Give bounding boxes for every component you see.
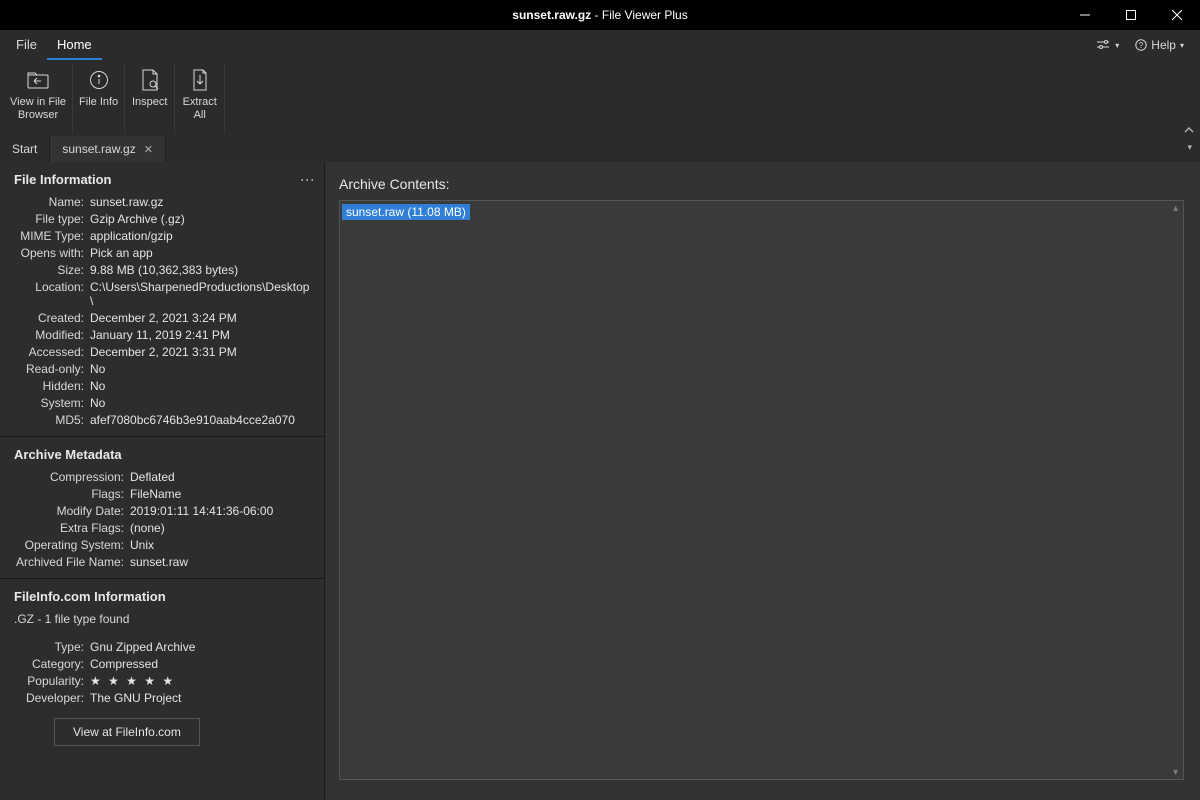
archive-list[interactable]: sunset.raw (11.08 MB) ▲ ▼: [339, 200, 1184, 780]
chevron-down-icon: ▾: [1180, 41, 1184, 50]
fileinfo-com-section: FileInfo.com Information .GZ - 1 file ty…: [0, 579, 324, 758]
tab-start[interactable]: Start: [0, 136, 50, 162]
created-value: December 2, 2021 3:24 PM: [90, 311, 237, 325]
file-information-title: File Information: [14, 172, 112, 187]
fileinfo-com-subtitle: .GZ - 1 file type found: [0, 610, 324, 628]
file-type-value: Gzip Archive (.gz): [90, 212, 185, 226]
size-value: 9.88 MB (10,362,383 bytes): [90, 263, 238, 277]
tab-close-icon[interactable]: ✕: [144, 143, 153, 156]
maximize-icon: [1126, 10, 1136, 20]
help-button[interactable]: ? Help ▾: [1135, 38, 1184, 52]
hidden-value: No: [90, 379, 105, 393]
sliders-icon: [1097, 40, 1111, 50]
extract-all-button[interactable]: Extract All: [175, 64, 225, 134]
archive-metadata-section: Archive Metadata Compression:Deflated Fl…: [0, 437, 324, 579]
close-icon: [1172, 10, 1182, 20]
accessed-value: December 2, 2021 3:31 PM: [90, 345, 237, 359]
archived-name-value: sunset.raw: [130, 555, 188, 569]
archive-contents-panel: Archive Contents: sunset.raw (11.08 MB) …: [325, 162, 1200, 800]
scroll-up-icon[interactable]: ▲: [1171, 203, 1180, 213]
md5-value: afef7080bc6746b3e910aab4cce2a070: [90, 413, 295, 427]
chevron-up-icon: [1184, 126, 1194, 134]
collapse-ribbon-button[interactable]: [1184, 126, 1194, 134]
document-search-icon: [141, 69, 159, 91]
inspect-button[interactable]: Inspect: [125, 64, 175, 134]
title-appname: File Viewer Plus: [602, 8, 688, 22]
title-filename: sunset.raw.gz: [512, 8, 591, 22]
extract-icon: [192, 69, 208, 91]
opens-with-value[interactable]: Pick an app: [90, 246, 153, 260]
fi-developer-value: The GNU Project: [90, 691, 181, 705]
view-at-fileinfo-button[interactable]: View at FileInfo.com: [54, 718, 200, 746]
tabs-dropdown-button[interactable]: ▾: [1187, 142, 1192, 153]
fileinfo-com-title: FileInfo.com Information: [14, 589, 166, 604]
info-panel: File Information ⋮ Name:sunset.raw.gz Fi…: [0, 162, 325, 800]
menu-home[interactable]: Home: [47, 30, 102, 60]
svg-text:?: ?: [1139, 41, 1144, 50]
archive-contents-title: Archive Contents:: [339, 176, 1184, 192]
file-info-button[interactable]: File Info: [73, 64, 125, 134]
os-value: Unix: [130, 538, 154, 552]
close-button[interactable]: [1154, 0, 1200, 30]
compression-value: Deflated: [130, 470, 175, 484]
window-title: sunset.raw.gz - File Viewer Plus: [0, 8, 1200, 22]
help-icon: ?: [1135, 39, 1147, 51]
modify-date-value: 2019:01:11 14:41:36-06:00: [130, 504, 273, 518]
content-area: File Information ⋮ Name:sunset.raw.gz Fi…: [0, 162, 1200, 800]
mime-type-value: application/gzip: [90, 229, 173, 243]
info-icon: [89, 70, 109, 90]
settings-button[interactable]: ▾: [1097, 40, 1119, 50]
file-name-value: sunset.raw.gz: [90, 195, 163, 209]
panel-menu-button[interactable]: ⋮: [306, 173, 310, 187]
document-tabs: Start sunset.raw.gz ✕ ▾: [0, 136, 1200, 162]
system-value: No: [90, 396, 105, 410]
archive-file-item[interactable]: sunset.raw (11.08 MB): [342, 204, 470, 220]
menu-bar: File Home ▾ ? Help ▾: [0, 30, 1200, 60]
tab-file[interactable]: sunset.raw.gz ✕: [50, 136, 166, 162]
view-in-file-browser-button[interactable]: View in File Browser: [4, 64, 73, 134]
fi-category-value: Compressed: [90, 657, 158, 671]
archive-metadata-title: Archive Metadata: [14, 447, 122, 462]
modified-value: January 11, 2019 2:41 PM: [90, 328, 230, 342]
minimize-icon: [1080, 10, 1090, 20]
extra-flags-value: (none): [130, 521, 165, 535]
menu-file[interactable]: File: [6, 30, 47, 60]
readonly-value: No: [90, 362, 105, 376]
window-controls: [1062, 0, 1200, 30]
location-value: C:\Users\SharpenedProductions\Desktop\: [90, 280, 310, 308]
scroll-down-icon[interactable]: ▼: [1171, 767, 1180, 777]
chevron-down-icon: ▾: [1115, 41, 1119, 50]
folder-arrow-icon: [27, 71, 49, 89]
ribbon-toolbar: View in File Browser File Info Inspect E…: [0, 60, 1200, 136]
file-information-section: File Information ⋮ Name:sunset.raw.gz Fi…: [0, 162, 324, 437]
flags-value: FileName: [130, 487, 181, 501]
maximize-button[interactable]: [1108, 0, 1154, 30]
title-bar: sunset.raw.gz - File Viewer Plus: [0, 0, 1200, 30]
fi-type-value: Gnu Zipped Archive: [90, 640, 195, 654]
fi-popularity-value: ★ ★ ★ ★ ★: [90, 674, 175, 688]
minimize-button[interactable]: [1062, 0, 1108, 30]
